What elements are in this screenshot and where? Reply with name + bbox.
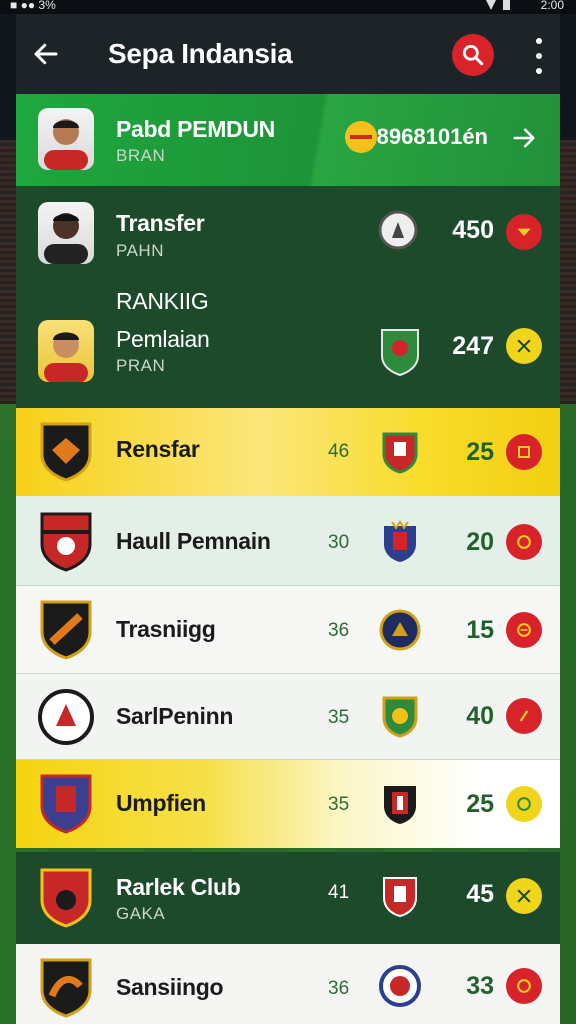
row-name: SarlPeninn xyxy=(116,703,234,729)
row-games: 36 xyxy=(328,978,350,999)
row-games: 46 xyxy=(328,441,350,462)
app-header: Sepa Indansia xyxy=(16,14,560,94)
list-item[interactable]: Pabd PEMDUN BRAN 8968101én xyxy=(16,94,560,186)
status-time: 2:00 xyxy=(540,0,564,12)
row-name: Transfer xyxy=(116,210,205,236)
club-badge-icon xyxy=(517,797,531,811)
page-title: Sepa Indansia xyxy=(108,38,293,69)
club-crest-icon xyxy=(38,510,94,572)
player-avatar xyxy=(38,108,94,170)
row-points: 25 xyxy=(466,438,494,466)
club-crest-icon xyxy=(38,956,94,1018)
status-bar: ■ ●● 3% 2:00 xyxy=(0,0,576,14)
row-games: 35 xyxy=(328,794,350,815)
row-sub: GAKA xyxy=(116,904,166,923)
club-badge-icon xyxy=(517,623,531,637)
row-name: Rarlek Club xyxy=(116,874,241,900)
back-button[interactable] xyxy=(16,14,76,94)
team-badge-button[interactable] xyxy=(506,612,542,648)
club-crest-icon xyxy=(378,210,418,250)
club-crest-icon xyxy=(38,772,94,834)
list-item[interactable]: Rarlek Club GAKA 41 45 xyxy=(16,852,560,944)
row-points: 25 xyxy=(466,790,494,818)
ranking-list: Pabd PEMDUN BRAN 8968101én Transfer PAHN… xyxy=(16,94,560,1024)
row-points: 45 xyxy=(466,880,494,908)
dot-icon xyxy=(536,53,542,59)
club-crest-icon xyxy=(38,686,94,748)
club-crest-icon xyxy=(380,326,420,377)
row-name: Pemlaian xyxy=(116,326,210,352)
wifi-icon xyxy=(486,0,496,10)
club-crest-icon xyxy=(38,420,94,482)
row-points: 450 xyxy=(452,216,494,244)
row-name-top: RANKIIG xyxy=(116,288,209,314)
dot-icon xyxy=(536,38,542,44)
club-crest-icon xyxy=(378,964,422,1008)
row-games: 30 xyxy=(328,532,350,553)
dot-icon xyxy=(536,68,542,74)
indonesia-flag-icon xyxy=(344,120,378,154)
list-item[interactable]: SarlPeninn 35 40 xyxy=(16,674,560,760)
close-icon xyxy=(517,339,531,353)
club-badge-icon xyxy=(517,535,531,549)
row-name: Pabd PEMDUN xyxy=(116,116,275,142)
club-badge-icon xyxy=(519,710,529,722)
more-options-button[interactable] xyxy=(532,38,546,74)
club-crest-icon xyxy=(378,874,422,918)
row-points: 247 xyxy=(452,332,494,360)
row-games: 35 xyxy=(328,707,350,728)
club-crest-icon xyxy=(378,608,422,652)
club-crest-icon xyxy=(38,866,94,928)
list-item[interactable]: Sansiingo 36 33 xyxy=(16,944,560,1024)
row-name: Haull Pemnain xyxy=(116,528,271,554)
row-points: 15 xyxy=(466,616,494,644)
row-games: 36 xyxy=(328,620,350,641)
team-badge-button[interactable] xyxy=(506,698,542,734)
row-name: Umpfien xyxy=(116,790,206,816)
arrow-right-button[interactable] xyxy=(506,120,542,156)
club-crest-icon xyxy=(378,520,422,564)
row-points: 8968101én xyxy=(376,124,488,149)
list-item[interactable]: Haull Pemnain 30 20 xyxy=(16,496,560,586)
close-button[interactable] xyxy=(506,878,542,914)
row-sub: BRAN xyxy=(116,146,166,165)
arrow-right-icon xyxy=(513,128,535,148)
search-button[interactable] xyxy=(452,34,494,76)
club-crest-icon xyxy=(378,782,422,826)
list-item[interactable]: Umpfien 35 25 xyxy=(16,760,560,848)
club-crest-icon xyxy=(378,430,422,474)
row-sub: PRAN xyxy=(116,356,166,375)
team-badge-button[interactable] xyxy=(506,786,542,822)
chevron-down-icon xyxy=(517,228,531,237)
team-badge-button[interactable] xyxy=(506,434,542,470)
club-badge-icon xyxy=(517,979,531,993)
close-button[interactable] xyxy=(506,328,542,364)
list-item[interactable]: RANKIIG Pemlaian PRAN 247 xyxy=(16,282,560,408)
row-name: Rensfar xyxy=(116,436,200,462)
club-badge-icon xyxy=(518,446,530,458)
status-left: ■ ●● 3% xyxy=(10,0,56,12)
row-sub: PAHN xyxy=(116,241,164,260)
list-item[interactable]: Transfer PAHN 450 xyxy=(16,186,560,282)
list-item[interactable]: Rensfar 46 25 xyxy=(16,408,560,496)
team-badge-button[interactable] xyxy=(506,524,542,560)
row-name: Trasniigg xyxy=(116,616,216,642)
row-points: 33 xyxy=(466,972,494,1000)
battery-icon xyxy=(503,0,510,10)
team-badge-button[interactable] xyxy=(506,968,542,1004)
row-points: 20 xyxy=(466,528,494,556)
list-item[interactable]: Trasniigg 36 15 xyxy=(16,586,560,674)
player-avatar xyxy=(38,320,94,382)
club-crest-icon xyxy=(38,598,94,660)
row-name: Sansiingo xyxy=(116,974,224,1000)
search-icon xyxy=(462,44,484,66)
close-icon xyxy=(517,889,531,903)
player-avatar xyxy=(38,202,94,264)
chevron-down-button[interactable] xyxy=(506,214,542,250)
club-crest-icon xyxy=(378,694,422,738)
row-games: 41 xyxy=(328,882,350,903)
row-points: 40 xyxy=(466,702,494,730)
arrow-left-icon xyxy=(34,43,58,65)
